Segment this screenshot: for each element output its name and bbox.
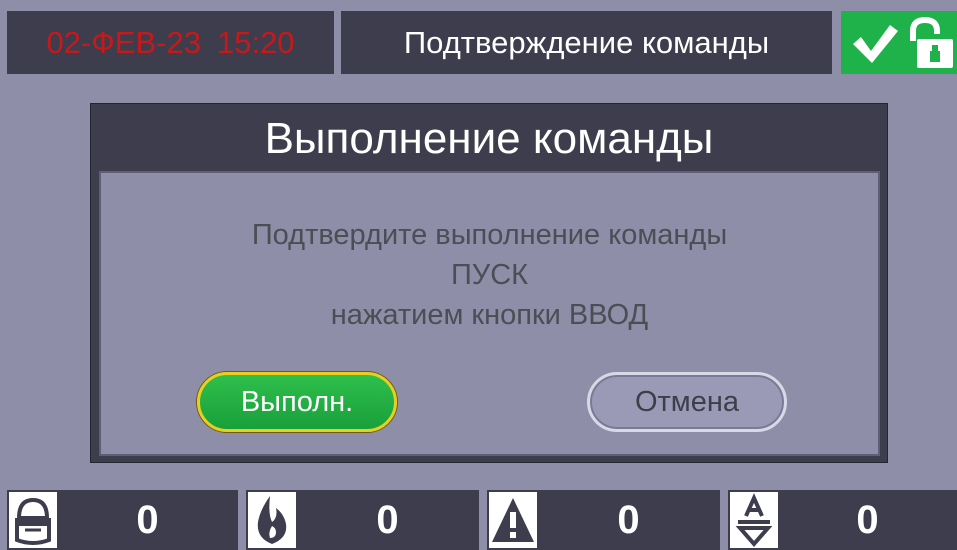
fault-count: 0 [856,497,879,542]
date-text: 02-ФЕВ-23 [46,24,201,60]
unlocked-padlock-icon [910,16,953,68]
message-line-3: нажатием кнопки ВВОД [330,299,649,331]
detector-count: 0 [136,497,159,542]
header-bar: 02-ФЕВ-23 15:20 Подтверждение команды [7,11,957,74]
warning-count: 0 [617,497,640,542]
execute-button[interactable]: Выполн. [197,372,397,432]
dialog-title: Выполнение команды [264,114,714,163]
fire-icon [248,492,296,548]
time-text: 15:20 [216,24,295,60]
fire-counter[interactable]: 0 [246,490,479,550]
fire-count: 0 [376,497,399,542]
warning-icon [489,492,537,548]
message-line-1: Подтвердите выполнение команды [251,219,728,251]
screen-title: Подтверждение команды [341,11,832,74]
check-icon [853,25,898,63]
cancel-button[interactable]: Отмена [587,372,787,432]
warning-counter[interactable]: 0 [487,490,720,550]
message-command-name: ПУСК [450,259,529,291]
command-dialog: Выполнение команды Подтвердите выполнени… [90,103,888,463]
dialog-body: Подтвердите выполнение команды ПУСК нажа… [99,171,880,456]
detector-icon [9,492,57,548]
fault-counter[interactable]: 0 [728,490,957,550]
datetime-display: 02-ФЕВ-23 15:20 [7,11,334,74]
detector-counter[interactable]: 0 [7,490,238,550]
counters-bar: 0 0 0 0 [0,490,957,550]
status-icons [853,16,953,68]
fault-icon [730,492,778,548]
status-indicator [841,11,957,74]
